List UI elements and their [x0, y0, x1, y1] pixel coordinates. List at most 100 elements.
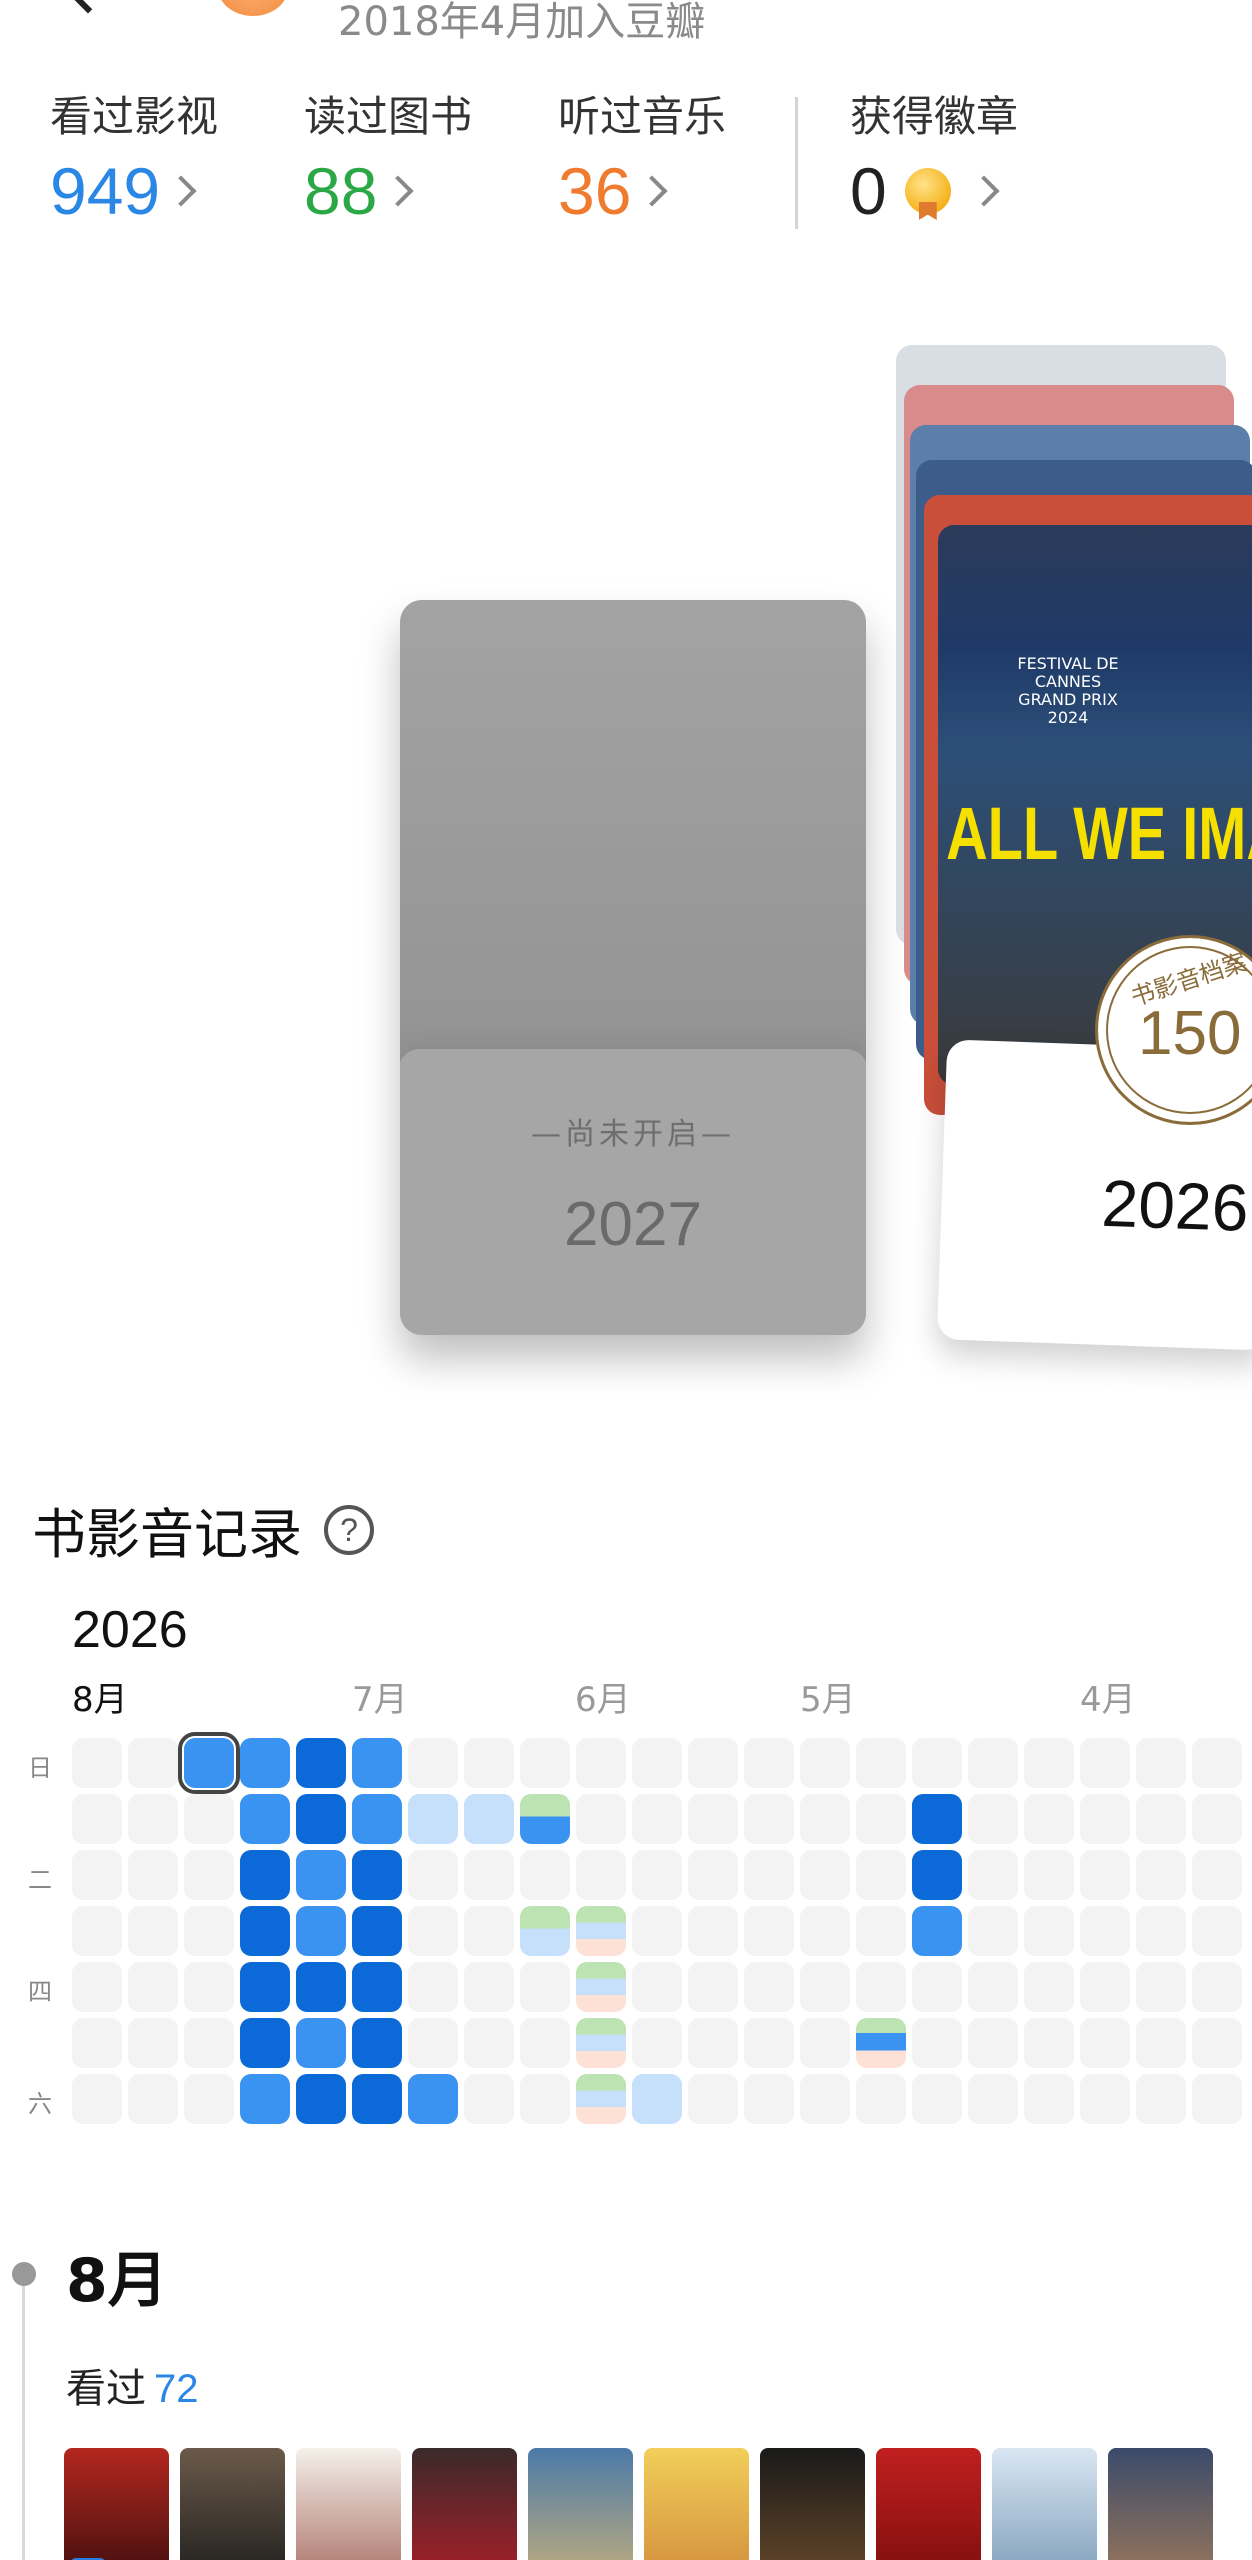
back-icon[interactable]: [62, 0, 114, 14]
heatmap-cell[interactable]: [688, 1850, 738, 1900]
heatmap-cell[interactable]: [1192, 2018, 1242, 2068]
stat-movies[interactable]: 看过影视 949: [50, 85, 218, 229]
heatmap-cell[interactable]: [240, 1738, 290, 1788]
heatmap-cell[interactable]: [72, 1962, 122, 2012]
heatmap-cell[interactable]: [1136, 2074, 1186, 2124]
heatmap-cell[interactable]: [464, 1962, 514, 2012]
heatmap-cell[interactable]: [464, 2018, 514, 2068]
heatmap-cell[interactable]: [576, 2074, 626, 2124]
heatmap-cell[interactable]: [1024, 2018, 1074, 2068]
heatmap-cell[interactable]: [184, 2074, 234, 2124]
heatmap-cell[interactable]: [800, 2074, 850, 2124]
heatmap-cell[interactable]: [1136, 1794, 1186, 1844]
heatmap-cell[interactable]: [688, 1794, 738, 1844]
watched-summary[interactable]: 看过 72: [66, 2356, 199, 2414]
movie-poster[interactable]: [64, 2448, 169, 2560]
stat-music[interactable]: 听过音乐 36: [558, 85, 726, 229]
heatmap-cell[interactable]: [240, 2074, 290, 2124]
heatmap-cell[interactable]: [240, 2018, 290, 2068]
heatmap-cell[interactable]: [296, 1794, 346, 1844]
heatmap-cell[interactable]: [632, 1794, 682, 1844]
heatmap-cell[interactable]: [1080, 1738, 1130, 1788]
heatmap-cell[interactable]: [1192, 1906, 1242, 1956]
movie-poster[interactable]: [876, 2448, 981, 2560]
heatmap-cell[interactable]: [1136, 1906, 1186, 1956]
heatmap-cell[interactable]: [72, 1794, 122, 1844]
heatmap-cell[interactable]: [912, 1906, 962, 1956]
heatmap-cell[interactable]: [1024, 1850, 1074, 1900]
heatmap-cell[interactable]: [968, 2018, 1018, 2068]
movie-poster[interactable]: [528, 2448, 633, 2560]
heatmap-cell[interactable]: [576, 1850, 626, 1900]
heatmap-cell[interactable]: [184, 2018, 234, 2068]
heatmap-cell[interactable]: [464, 1906, 514, 1956]
heatmap-cell[interactable]: [408, 1850, 458, 1900]
help-icon[interactable]: ?: [324, 1504, 374, 1555]
heatmap-cell[interactable]: [464, 1794, 514, 1844]
movie-poster[interactable]: [992, 2448, 1097, 2560]
heatmap-cell[interactable]: [800, 1962, 850, 2012]
heatmap-cell[interactable]: [576, 1738, 626, 1788]
heatmap-cell[interactable]: [632, 2018, 682, 2068]
movie-poster[interactable]: [296, 2448, 401, 2560]
heatmap-cell[interactable]: [968, 1738, 1018, 1788]
heatmap-cell[interactable]: [632, 1962, 682, 2012]
heatmap-cell[interactable]: [632, 2074, 682, 2124]
heatmap-cell[interactable]: [1024, 1906, 1074, 1956]
heatmap-cell[interactable]: [856, 2074, 906, 2124]
heatmap-cell[interactable]: [520, 1794, 570, 1844]
heatmap-cell[interactable]: [800, 1850, 850, 1900]
heatmap-cell[interactable]: [800, 1794, 850, 1844]
heatmap-cell[interactable]: [128, 1850, 178, 1900]
heatmap-cell[interactable]: [520, 2018, 570, 2068]
heatmap-cell[interactable]: [800, 1738, 850, 1788]
heatmap-cell[interactable]: [240, 1906, 290, 1956]
heatmap-cell[interactable]: [800, 1906, 850, 1956]
heatmap-cell[interactable]: [1192, 2074, 1242, 2124]
heatmap-cell[interactable]: [576, 1962, 626, 2012]
heatmap-cell[interactable]: [744, 1962, 794, 2012]
heatmap-cell[interactable]: [464, 2074, 514, 2124]
heatmap-cell[interactable]: [688, 1738, 738, 1788]
heatmap-cell[interactable]: [296, 1738, 346, 1788]
heatmap-cell[interactable]: [408, 1738, 458, 1788]
heatmap-cell[interactable]: [632, 1906, 682, 1956]
heatmap-cell[interactable]: [744, 2018, 794, 2068]
heatmap-cell[interactable]: [744, 1906, 794, 1956]
heatmap-cell[interactable]: [744, 1738, 794, 1788]
heatmap-cell[interactable]: [968, 1794, 1018, 1844]
heatmap-cell[interactable]: [856, 1794, 906, 1844]
heatmap-cell[interactable]: [1024, 1794, 1074, 1844]
heatmap-cell[interactable]: [688, 2074, 738, 2124]
heatmap-cell[interactable]: [1080, 1906, 1130, 1956]
heatmap-cell[interactable]: [1136, 1738, 1186, 1788]
stat-books[interactable]: 读过图书 88: [304, 85, 472, 229]
heatmap-cell[interactable]: [408, 2018, 458, 2068]
heatmap-cell[interactable]: [912, 1850, 962, 1900]
heatmap-cell[interactable]: [1192, 1962, 1242, 2012]
heatmap-cell[interactable]: [128, 2018, 178, 2068]
heatmap-cell[interactable]: [296, 1962, 346, 2012]
heatmap-cell[interactable]: [1136, 1850, 1186, 1900]
movie-poster[interactable]: [644, 2448, 749, 2560]
heatmap-cell[interactable]: [1136, 2018, 1186, 2068]
heatmap-cell[interactable]: [1080, 2074, 1130, 2124]
heatmap-cell[interactable]: [352, 1906, 402, 1956]
heatmap-cell[interactable]: [520, 1738, 570, 1788]
heatmap-cell[interactable]: [72, 1850, 122, 1900]
heatmap-cell[interactable]: [688, 1906, 738, 1956]
heatmap-cell[interactable]: [184, 1962, 234, 2012]
heatmap-cell[interactable]: [1080, 1962, 1130, 2012]
heatmap-cell[interactable]: [688, 2018, 738, 2068]
heatmap-cell[interactable]: [744, 1794, 794, 1844]
heatmap-cell[interactable]: [72, 2074, 122, 2124]
heatmap-cell[interactable]: [744, 2074, 794, 2124]
heatmap-cell[interactable]: [464, 1850, 514, 1900]
heatmap-cell[interactable]: [1192, 1850, 1242, 1900]
heatmap-cell[interactable]: [352, 2018, 402, 2068]
heatmap-cell[interactable]: [352, 1794, 402, 1844]
heatmap-cell[interactable]: [296, 1850, 346, 1900]
heatmap-cell[interactable]: [128, 2074, 178, 2124]
heatmap-cell[interactable]: [520, 1850, 570, 1900]
heatmap-cell[interactable]: [72, 1738, 122, 1788]
